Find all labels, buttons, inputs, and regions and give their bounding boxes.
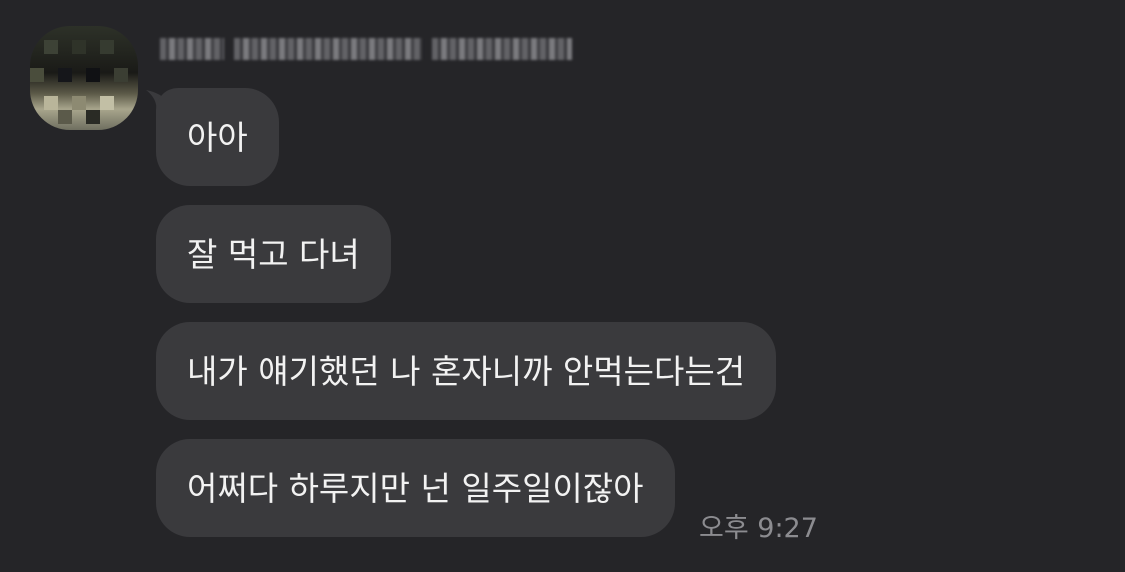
message-text: 어쩌다 하루지만 넌 일주일이잖아 (187, 468, 644, 508)
message-bubble[interactable]: 어쩌다 하루지만 넌 일주일이잖아 (156, 439, 675, 537)
message-bubble[interactable]: 잘 먹고 다녀 (156, 205, 391, 303)
message-timestamp: 오후 9:27 (699, 513, 818, 544)
avatar[interactable] (30, 26, 138, 130)
chat-message-group: 아아 잘 먹고 다녀 내가 얘기했던 나 혼자니까 안먹는다는건 어쩌다 하루지… (0, 0, 1125, 572)
message-text: 아아 (187, 117, 248, 157)
message-text: 내가 얘기했던 나 혼자니까 안먹는다는건 (187, 351, 746, 391)
message-text: 잘 먹고 다녀 (187, 234, 360, 274)
sender-name-blurred-part (160, 38, 224, 60)
message-bubble[interactable]: 아아 (156, 88, 279, 186)
sender-name (160, 33, 572, 65)
sender-name-blurred-part (234, 38, 422, 60)
message-bubble[interactable]: 내가 얘기했던 나 혼자니까 안먹는다는건 (156, 322, 777, 420)
sender-name-blurred-part (432, 38, 572, 60)
